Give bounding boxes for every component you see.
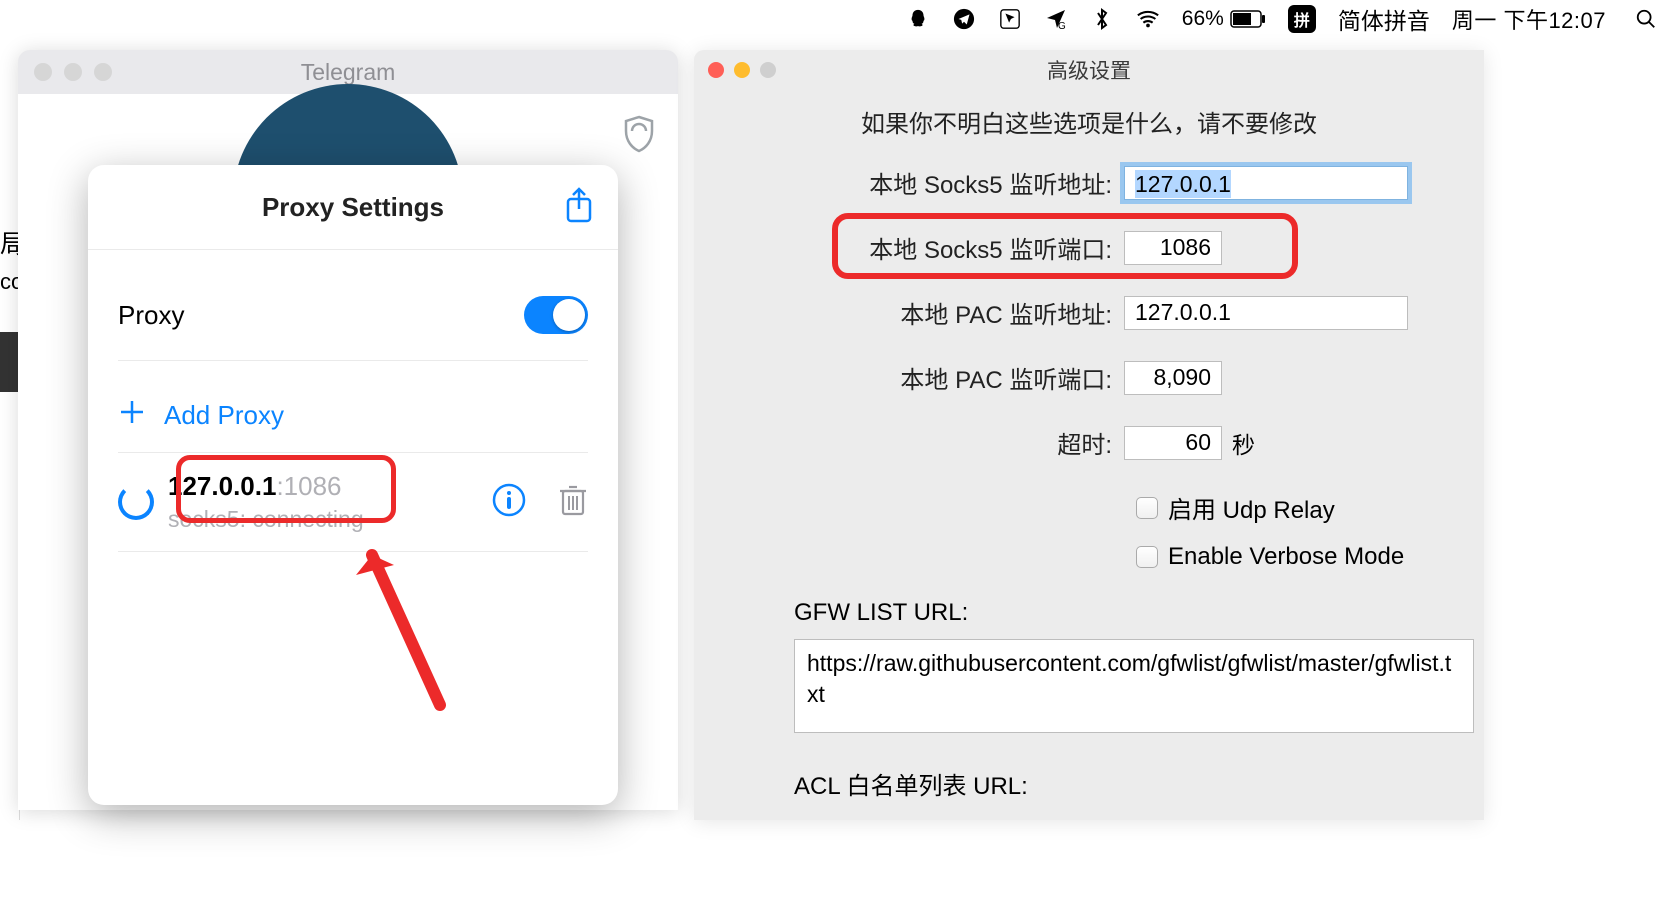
share-button[interactable]	[564, 187, 594, 230]
svg-text:G: G	[1058, 21, 1066, 31]
proxy-toggle[interactable]	[524, 296, 588, 334]
proxy-label: Proxy	[118, 300, 184, 331]
acl-url-label: ACL 白名单列表 URL:	[794, 766, 1454, 801]
add-proxy-label: Add Proxy	[164, 400, 284, 431]
bg-text-1: 局	[0, 220, 19, 261]
socks5-addr-row: 本地 Socks5 监听地址: 127.0.0.1	[724, 165, 1454, 200]
ime-label[interactable]: 简体拼音	[1338, 2, 1430, 36]
info-button[interactable]	[492, 483, 526, 522]
gfw-url-label: GFW LIST URL:	[794, 599, 1454, 627]
proxy-status: socks5: connecting	[168, 506, 478, 533]
pac-port-label: 本地 PAC 监听端口:	[724, 360, 1124, 395]
shield-icon[interactable]	[622, 114, 656, 159]
verbose-label: Enable Verbose Mode	[1168, 543, 1404, 571]
udp-relay-checkbox[interactable]	[1136, 497, 1158, 519]
battery-indicator[interactable]: 66%	[1182, 7, 1266, 31]
clock[interactable]: 周一 下午12:07	[1452, 3, 1606, 35]
advanced-settings-window: 高级设置 如果你不明白这些选项是什么，请不要修改 本地 Socks5 监听地址:…	[694, 50, 1484, 820]
battery-percent: 66%	[1182, 7, 1224, 31]
socks5-addr-input[interactable]: 127.0.0.1	[1124, 166, 1408, 200]
sheet-title: Proxy Settings	[262, 192, 444, 223]
timeout-label: 超时:	[724, 425, 1124, 460]
sheet-header: Proxy Settings	[88, 165, 618, 250]
telegram-title: Telegram	[18, 59, 678, 86]
proxy-toggle-row: Proxy	[118, 272, 588, 361]
telegram-menubar-icon[interactable]	[952, 7, 976, 31]
ime-indicator-icon[interactable]: 拼	[1288, 5, 1316, 33]
delete-button[interactable]	[558, 483, 588, 522]
add-proxy-row[interactable]: Add Proxy	[118, 361, 588, 453]
socks5-port-input[interactable]	[1124, 231, 1222, 265]
pac-addr-input[interactable]	[1124, 296, 1408, 330]
gfw-url-input[interactable]	[794, 639, 1474, 733]
location-icon[interactable]: G	[1044, 7, 1068, 31]
pac-port-row: 本地 PAC 监听端口:	[724, 360, 1454, 395]
timeout-unit: 秒	[1232, 426, 1255, 460]
qq-icon[interactable]	[906, 7, 930, 31]
spotlight-icon[interactable]	[1634, 7, 1658, 31]
adv-titlebar[interactable]: 高级设置	[694, 50, 1484, 90]
pac-addr-label: 本地 PAC 监听地址:	[724, 295, 1124, 330]
adv-title: 高级设置	[694, 55, 1484, 85]
socks5-port-label: 本地 Socks5 监听端口:	[724, 230, 1124, 265]
udp-relay-row[interactable]: 启用 Udp Relay	[724, 490, 1454, 525]
bg-text-2: co	[0, 269, 19, 295]
background-list-fragment: 局 co	[0, 220, 20, 820]
udp-relay-label: 启用 Udp Relay	[1168, 490, 1335, 525]
pac-port-input[interactable]	[1124, 361, 1222, 395]
timeout-row: 超时: 秒	[724, 425, 1454, 460]
bluetooth-icon[interactable]	[1090, 7, 1114, 31]
timeout-input[interactable]	[1124, 426, 1222, 460]
proxy-settings-sheet: Proxy Settings Proxy Add Proxy 127.0.0.1…	[88, 165, 618, 805]
socks5-addr-label: 本地 Socks5 监听地址:	[724, 165, 1124, 200]
proxy-address: 127.0.0.1:1086	[168, 471, 478, 502]
plus-icon	[118, 397, 146, 434]
warning-text: 如果你不明白这些选项是什么，请不要修改	[724, 104, 1454, 139]
connecting-spinner-icon	[118, 484, 154, 520]
socks5-port-row: 本地 Socks5 监听端口:	[724, 230, 1454, 265]
pac-addr-row: 本地 PAC 监听地址:	[724, 295, 1454, 330]
verbose-checkbox[interactable]	[1136, 546, 1158, 568]
macos-menubar: G 66% 拼 简体拼音 周一 下午12:07	[576, 0, 1676, 38]
wifi-icon[interactable]	[1136, 7, 1160, 31]
cursor-icon[interactable]	[998, 7, 1022, 31]
verbose-row[interactable]: Enable Verbose Mode	[724, 543, 1454, 571]
proxy-entry[interactable]: 127.0.0.1:1086 socks5: connecting	[118, 453, 588, 552]
